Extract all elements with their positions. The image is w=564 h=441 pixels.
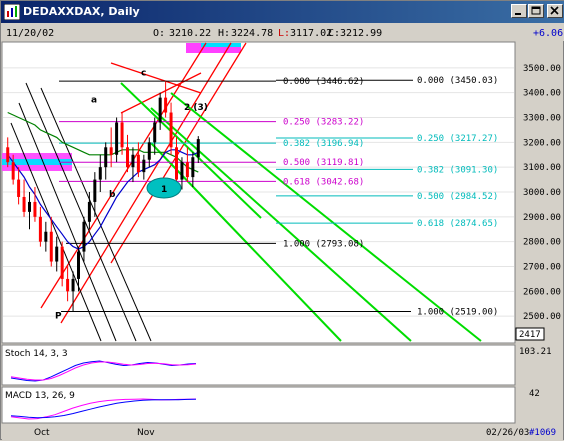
candle-body [28, 201, 31, 212]
wave-label: P [55, 312, 62, 322]
candle-body [131, 154, 135, 168]
footer-count: #1069 [529, 428, 556, 438]
candle-body [142, 159, 146, 173]
candle-body [98, 167, 102, 180]
macd-title: MACD 13, 26, 9 [5, 391, 75, 401]
candle-body [93, 179, 97, 202]
candle-body [82, 221, 86, 252]
candle-body [175, 147, 178, 180]
candle-body [191, 157, 195, 178]
candle-body [44, 231, 48, 242]
info-date: 11/20/02 [6, 28, 54, 39]
fib-left-label: 0.382 (3196.94) [283, 139, 364, 149]
candle-body [87, 201, 91, 222]
y-tick-label: 2900.00 [523, 213, 561, 223]
candle-body [158, 97, 162, 123]
close-icon [550, 6, 559, 15]
window-title: DEDAXXDAX, Daily [23, 5, 140, 18]
fib-right-label: 0.000 (3450.03) [417, 76, 498, 86]
y-tick-label: 3300.00 [523, 114, 561, 124]
candle-body [120, 122, 124, 148]
info-high: 3224.78 [231, 28, 273, 39]
y-tick-label: 3400.00 [523, 89, 561, 99]
fib-right-label: 0.500 (2984.52) [417, 192, 498, 202]
maximize-icon [531, 6, 541, 15]
y-tick-label: 3200.00 [523, 138, 561, 148]
info-close: 3212.99 [340, 28, 382, 39]
info-close-label: C: [328, 28, 340, 39]
footer-date: 02/26/03 [486, 428, 529, 438]
fib-left-label: 1.000 (2793.08) [283, 239, 364, 249]
candle-body [153, 122, 157, 143]
y-tick-label: 2700.00 [523, 263, 561, 273]
fib-right-label: 0.618 (2874.65) [417, 219, 498, 229]
candle-body [164, 97, 168, 113]
chart-app-icon [4, 4, 20, 20]
candle-body [147, 142, 151, 160]
fib-right-label: 0.250 (3217.27) [417, 134, 498, 144]
chart-window: DEDAXXDAX, Daily 11/20/02 O: 3210.22 H: … [0, 0, 564, 440]
candle-body [196, 139, 200, 158]
fib-right-label: 0.382 (3091.30) [417, 165, 498, 175]
top-band-cyan [201, 43, 241, 47]
y-tick-label: 3500.00 [523, 64, 561, 74]
y-tick-label: 3000.00 [523, 188, 561, 198]
candle-body [17, 179, 21, 197]
minimize-icon [515, 13, 521, 15]
candle-body [169, 112, 173, 148]
candle-body [109, 147, 113, 155]
info-change: +6.06 [533, 28, 563, 39]
info-open: 3210.22 [169, 28, 211, 39]
y-tick-label: 2600.00 [523, 287, 561, 297]
fib-left-label: 1.000 (2519.00) [417, 307, 498, 317]
fib-left-label: 0.500 (3119.81) [283, 158, 364, 168]
candle-body [185, 162, 189, 178]
close-button[interactable] [547, 4, 563, 18]
candle-body [104, 147, 108, 168]
x-label-nov: Nov [137, 428, 155, 438]
candle-body [180, 162, 184, 180]
candle-body [136, 154, 140, 173]
candle-body [115, 122, 119, 155]
candle-body [33, 201, 37, 217]
wave-label: c [141, 68, 146, 78]
wave-label: b [109, 190, 116, 200]
wave-label: 2 (3) [184, 103, 208, 113]
candle-body [77, 251, 80, 279]
x-label-oct: Oct [34, 428, 50, 438]
y-tick-label: 2500.00 [523, 312, 561, 322]
info-low: 3117.02 [290, 28, 332, 39]
y-tick-label: 3100.00 [523, 163, 561, 173]
minimize-button[interactable] [511, 4, 527, 18]
candle-body [6, 147, 10, 163]
fib-left-label: 0.000 (3446.62) [283, 77, 364, 87]
candle-body [38, 216, 42, 242]
candle-body [49, 231, 53, 262]
candle-body [55, 246, 59, 262]
wave-label: a [91, 96, 97, 106]
last-price-tag: 2417 [519, 330, 541, 340]
candle-body [71, 278, 75, 292]
fib-left-label: 0.250 (3283.22) [283, 118, 364, 128]
candle-body [11, 162, 15, 180]
candle-body [66, 278, 70, 292]
fib-left-label: 0.618 (3042.68) [283, 177, 364, 187]
stoch-title: Stoch 14, 3, 3 [5, 349, 68, 359]
info-high-label: H: [218, 28, 230, 39]
wave-label: 1 [161, 185, 167, 195]
chart-area[interactable]: 11/20/02 O: 3210.22 H: 3224.78 L: 3117.0… [1, 23, 564, 441]
maximize-button[interactable] [528, 4, 544, 18]
candle-body [22, 196, 26, 212]
stoch-panel[interactable] [1, 344, 516, 386]
title-bar[interactable]: DEDAXXDAX, Daily [1, 1, 564, 23]
info-low-label: L: [278, 28, 290, 39]
stoch-axis-top: 103.21 [519, 347, 552, 357]
candle-body [126, 147, 129, 168]
info-open-label: O: [153, 28, 165, 39]
y-tick-label: 2800.00 [523, 238, 561, 248]
date-axis [2, 424, 563, 440]
candle-body [60, 246, 64, 279]
macd-axis-top: 42 [529, 389, 540, 399]
macd-panel[interactable] [1, 386, 516, 424]
